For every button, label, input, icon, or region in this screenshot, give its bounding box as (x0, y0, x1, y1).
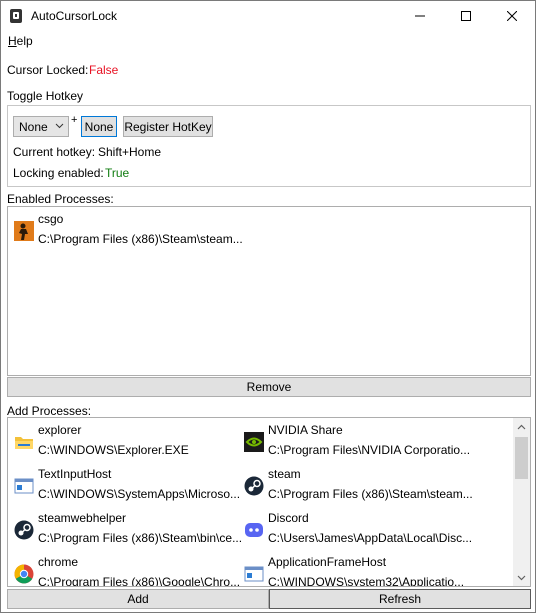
chevron-down-icon (55, 123, 64, 129)
process-path: C:\Program Files (x86)\Google\Chro... (38, 575, 241, 587)
title-bar: AutoCursorLock (1, 1, 535, 31)
nvidia-icon (244, 432, 264, 452)
process-path: C:\Program Files (x86)\Steam\bin\ce... (38, 531, 243, 545)
list-item[interactable]: chrome C:\Program Files (x86)\Google\Chr… (12, 552, 241, 587)
steam-icon (14, 520, 34, 540)
toggle-hotkey-label: Toggle Hotkey (7, 89, 84, 103)
register-hotkey-button[interactable]: Register HotKey (123, 116, 213, 137)
scroll-thumb[interactable] (515, 437, 528, 479)
process-name: Discord (268, 511, 309, 525)
process-path: C:\WINDOWS\system32\Applicatio... (268, 575, 465, 587)
process-name: TextInputHost (38, 467, 112, 481)
process-path: C:\Program Files (x86)\Steam\steam... (268, 487, 473, 501)
add-button[interactable]: Add (7, 589, 269, 609)
modifier-dropdown-value: None (19, 120, 48, 134)
app-window-icon (14, 478, 34, 494)
list-item[interactable]: steamwebhelper C:\Program Files (x86)\St… (12, 508, 242, 552)
refresh-button[interactable]: Refresh (269, 589, 531, 609)
list-item[interactable]: steam C:\Program Files (x86)\Steam\steam… (242, 464, 512, 508)
minimize-button[interactable] (397, 1, 443, 31)
menu-help-label: elp (16, 34, 33, 48)
process-path: C:\WINDOWS\SystemApps\Microso... (38, 487, 241, 501)
scroll-up-button[interactable] (513, 418, 530, 435)
chevron-up-icon (517, 424, 526, 429)
process-name: steam (268, 467, 301, 481)
process-name: steamwebhelper (38, 511, 127, 525)
close-icon (507, 11, 517, 21)
add-processes-label: Add Processes: (7, 404, 92, 418)
list-item[interactable]: csgo C:\Program Files (x86)\Steam\steam.… (12, 209, 252, 253)
process-name: explorer (38, 423, 82, 437)
process-name: chrome (38, 555, 79, 569)
csgo-icon (14, 221, 34, 241)
app-window: AutoCursorLock Help Cursor Locked: False… (0, 0, 536, 613)
list-item[interactable]: Discord C:\Users\James\AppData\Local\Dis… (242, 508, 512, 552)
maximize-button[interactable] (443, 1, 489, 31)
steam-icon (244, 476, 264, 496)
current-hotkey-value: Shift+Home (98, 145, 162, 159)
window-title: AutoCursorLock (31, 9, 118, 23)
process-path: C:\Users\James\AppData\Local\Disc... (268, 531, 473, 545)
maximize-icon (461, 11, 471, 21)
vertical-scrollbar[interactable] (513, 418, 530, 586)
remove-button[interactable]: Remove (7, 377, 531, 397)
process-name: NVIDIA Share (268, 423, 343, 437)
list-item[interactable]: TextInputHost C:\WINDOWS\SystemApps\Micr… (12, 464, 241, 508)
chrome-icon (14, 564, 34, 584)
menu-help-mnemonic: H (8, 34, 17, 48)
chevron-down-icon (517, 575, 526, 580)
process-path: C:\Program Files\NVIDIA Corporatio... (268, 443, 471, 457)
list-item[interactable]: NVIDIA Share C:\Program Files\NVIDIA Cor… (242, 420, 512, 464)
locking-enabled-value: True (105, 166, 130, 180)
app-window-icon (244, 566, 264, 582)
list-item[interactable]: ApplicationFrameHost C:\WINDOWS\system32… (242, 552, 512, 587)
plus-sign: + (71, 114, 78, 126)
scroll-down-button[interactable] (513, 569, 530, 586)
process-path: C:\Program Files (x86)\Steam\steam... (38, 232, 243, 246)
current-hotkey-label: Current hotkey: (13, 145, 96, 159)
process-path: C:\WINDOWS\Explorer.EXE (38, 443, 189, 457)
menu-help[interactable]: Help (8, 34, 33, 48)
minimize-icon (415, 15, 425, 17)
key-select-button[interactable]: None (81, 116, 117, 137)
folder-icon (15, 437, 33, 449)
modifier-dropdown[interactable]: None (13, 116, 69, 137)
list-item[interactable]: explorer C:\WINDOWS\Explorer.EXE (12, 420, 238, 464)
menu-bar: Help (1, 31, 535, 51)
cursor-locked-value: False (89, 63, 119, 77)
process-name: csgo (38, 212, 64, 226)
enabled-processes-label: Enabled Processes: (7, 192, 114, 206)
process-name: ApplicationFrameHost (268, 555, 387, 569)
enabled-processes-list[interactable]: csgo C:\Program Files (x86)\Steam\steam.… (7, 206, 531, 376)
discord-icon (245, 523, 263, 537)
app-lock-icon (10, 9, 22, 23)
cursor-locked-label: Cursor Locked: (7, 63, 89, 77)
locking-enabled-label: Locking enabled: (13, 166, 104, 180)
close-button[interactable] (489, 1, 535, 31)
add-processes-list[interactable]: explorer C:\WINDOWS\Explorer.EXE NVIDIA … (7, 417, 531, 587)
